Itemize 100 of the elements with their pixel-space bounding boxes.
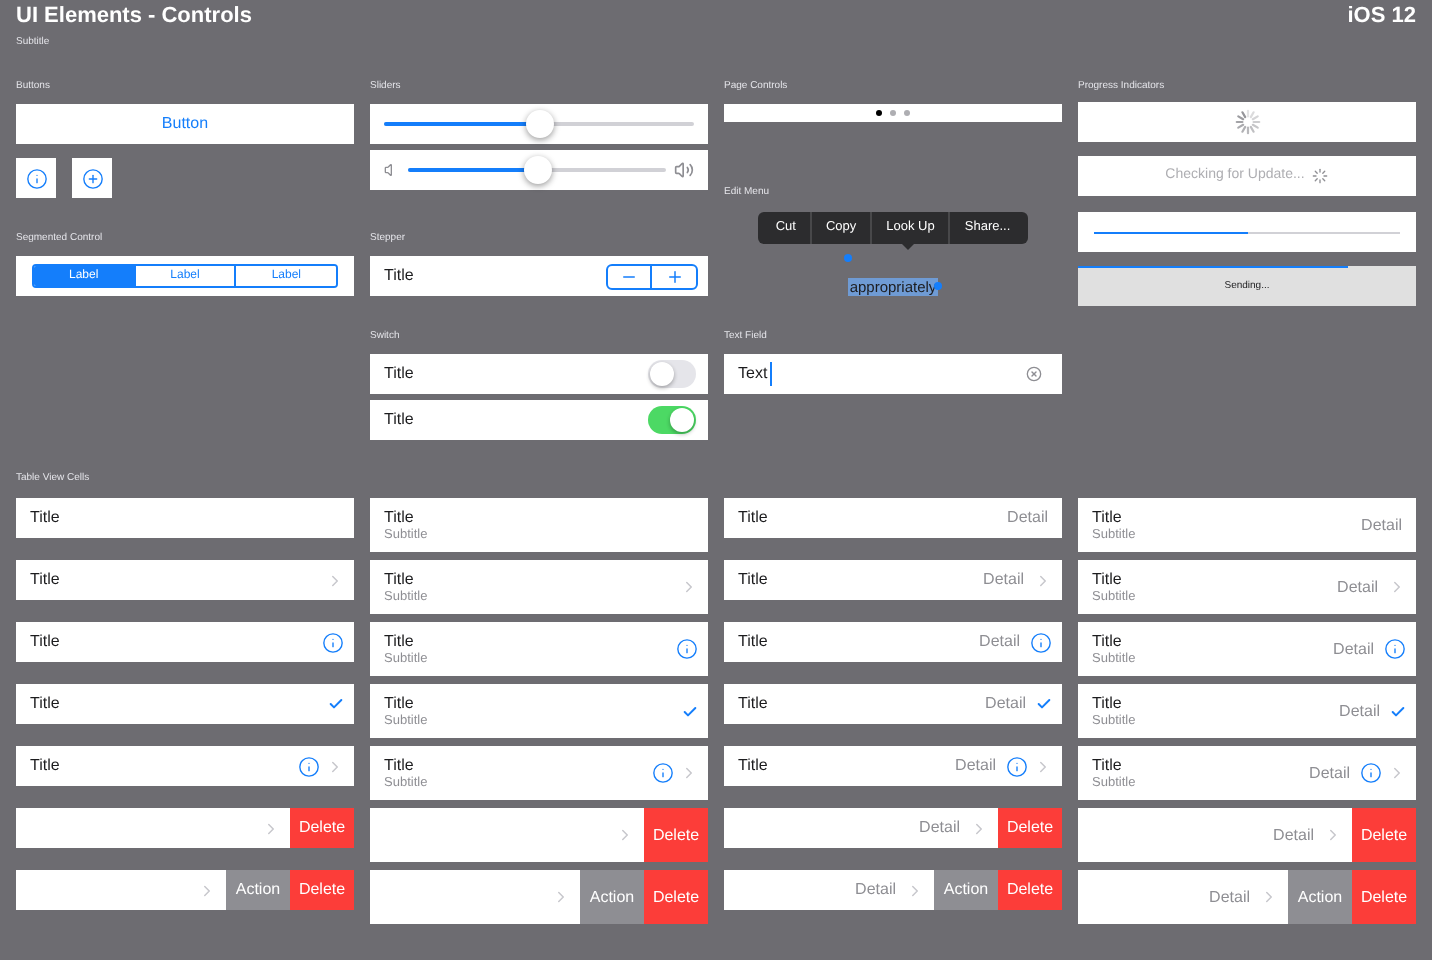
text-field[interactable]: Text bbox=[724, 354, 1062, 394]
table-cell[interactable]: Title bbox=[16, 622, 354, 662]
chevron-icon bbox=[680, 578, 698, 596]
row-title: Title bbox=[384, 408, 416, 432]
cell-detail: Detail bbox=[1309, 761, 1350, 785]
plus-icon bbox=[81, 167, 103, 189]
cell-detail: Detail bbox=[855, 878, 896, 902]
cell-detail: Detail bbox=[955, 754, 996, 778]
info-icon[interactable] bbox=[1030, 631, 1052, 653]
delete-button[interactable]: Delete bbox=[1352, 870, 1416, 924]
table-cell[interactable]: Title Detail bbox=[724, 498, 1062, 538]
checkmark-icon bbox=[1036, 696, 1052, 712]
clear-icon[interactable] bbox=[1026, 366, 1042, 382]
info-icon[interactable] bbox=[676, 638, 698, 660]
info-icon[interactable] bbox=[1384, 638, 1406, 660]
chevron-icon bbox=[326, 571, 344, 589]
cell-title: Title bbox=[384, 631, 416, 651]
page-title: UI Elements - Controls bbox=[16, 4, 252, 30]
info-icon[interactable] bbox=[322, 631, 344, 653]
chevron-icon bbox=[970, 819, 988, 837]
spinner-icon bbox=[1233, 108, 1261, 136]
cell-title: Title bbox=[30, 570, 62, 590]
cell-title: Title bbox=[1092, 693, 1124, 713]
field-value: Text bbox=[738, 362, 772, 386]
platform-label: iOS 12 bbox=[1347, 4, 1416, 32]
cell-detail: Detail bbox=[1361, 513, 1402, 537]
table-cell[interactable]: Title bbox=[16, 684, 354, 724]
speaker-loud-icon bbox=[674, 160, 694, 180]
toggle-switch[interactable] bbox=[648, 406, 696, 434]
cell-detail: Detail bbox=[1333, 637, 1374, 661]
table-cell[interactable]: Title bbox=[16, 746, 354, 786]
chevron-icon bbox=[616, 826, 634, 844]
selection-handle[interactable] bbox=[843, 254, 852, 262]
slider-thumb[interactable] bbox=[523, 156, 551, 184]
cell-title: Title bbox=[30, 694, 62, 714]
table-cell[interactable]: Title Detail bbox=[724, 622, 1062, 662]
table-cell[interactable]: Title Detail bbox=[724, 560, 1062, 600]
cell-detail: Detail bbox=[1007, 506, 1048, 530]
add-button[interactable] bbox=[72, 158, 112, 198]
cell-title: Title bbox=[738, 756, 770, 776]
chevron-icon bbox=[552, 888, 570, 906]
selection-handle[interactable] bbox=[934, 282, 943, 290]
cell-detail: Detail bbox=[1337, 575, 1378, 599]
cell-title: Title bbox=[384, 507, 416, 527]
delete-button[interactable]: Delete bbox=[644, 870, 708, 924]
chevron-icon bbox=[1034, 757, 1052, 775]
chevron-icon bbox=[1324, 826, 1342, 844]
cell-detail: Detail bbox=[919, 816, 960, 840]
chevron-icon bbox=[1388, 578, 1406, 596]
delete-button[interactable]: Delete bbox=[290, 870, 354, 910]
cell-title: Title bbox=[30, 508, 62, 528]
plus-icon bbox=[665, 267, 683, 285]
cell-detail: Detail bbox=[985, 692, 1026, 716]
cell-title: Title bbox=[30, 632, 62, 652]
chevron-icon bbox=[262, 819, 280, 837]
delete-button[interactable]: Delete bbox=[644, 808, 708, 862]
text-button[interactable]: Button bbox=[16, 104, 354, 144]
row-title: Title bbox=[384, 362, 416, 386]
checkmark-icon bbox=[682, 703, 698, 719]
checkmark-icon bbox=[1390, 703, 1406, 719]
chevron-icon bbox=[1388, 764, 1406, 782]
chevron-icon bbox=[1260, 888, 1278, 906]
cell-title: Title bbox=[738, 632, 770, 652]
info-icon[interactable] bbox=[652, 762, 674, 784]
toggle-switch[interactable] bbox=[648, 360, 696, 388]
cell-title: Title bbox=[1092, 569, 1124, 589]
table-cell[interactable]: Title bbox=[16, 560, 354, 600]
cell-title: Title bbox=[738, 694, 770, 714]
delete-button[interactable]: Delete bbox=[998, 808, 1062, 848]
info-icon[interactable] bbox=[1006, 755, 1028, 777]
delete-button[interactable]: Delete bbox=[1352, 808, 1416, 862]
cell-title: Title bbox=[738, 508, 770, 528]
cell-title: Title bbox=[30, 756, 62, 776]
cell-title: Title bbox=[1092, 631, 1124, 651]
cell-title: Title bbox=[738, 570, 770, 590]
info-icon bbox=[25, 167, 47, 189]
cell-title: Title bbox=[384, 693, 416, 713]
table-cell[interactable]: Title bbox=[16, 498, 354, 538]
cell-title: Title bbox=[384, 755, 416, 775]
slider-thumb[interactable] bbox=[525, 110, 553, 138]
row-title: Title bbox=[384, 264, 416, 288]
cell-title: Title bbox=[1092, 755, 1124, 775]
cell-detail: Detail bbox=[1339, 699, 1380, 723]
cell-detail: Detail bbox=[1273, 823, 1314, 847]
table-cell[interactable]: Title Detail bbox=[724, 684, 1062, 724]
delete-button[interactable]: Delete bbox=[290, 808, 354, 848]
spinner-icon bbox=[1312, 168, 1329, 184]
checkmark-icon bbox=[328, 696, 344, 712]
info-button[interactable] bbox=[16, 158, 56, 198]
info-icon[interactable] bbox=[298, 755, 320, 777]
chevron-icon bbox=[1034, 571, 1052, 589]
cell-title: Title bbox=[384, 569, 416, 589]
cell-detail: Detail bbox=[979, 630, 1020, 654]
cell-detail: Detail bbox=[983, 568, 1024, 592]
cell-title: Title bbox=[1092, 507, 1124, 527]
table-cell[interactable]: Title Detail bbox=[724, 746, 1062, 786]
info-icon[interactable] bbox=[1360, 762, 1382, 784]
chevron-icon bbox=[326, 757, 344, 775]
delete-button[interactable]: Delete bbox=[998, 870, 1062, 910]
cell-detail: Detail bbox=[1209, 885, 1250, 909]
